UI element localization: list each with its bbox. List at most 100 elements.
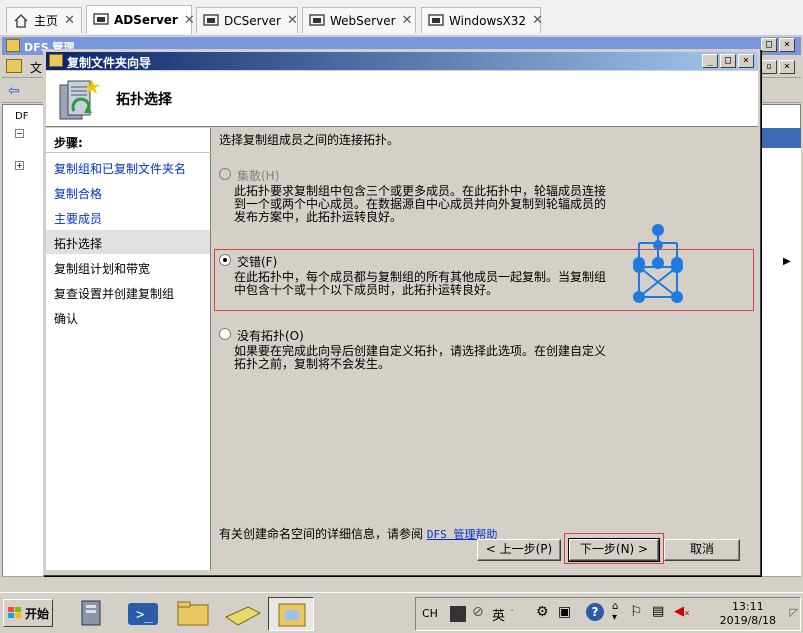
tab-webserver[interactable]: WebServer ✕ [302, 7, 416, 33]
tree-expand-icon[interactable]: − [15, 129, 24, 138]
full-mesh-label: 交错(F) [237, 255, 278, 269]
vm-icon [309, 13, 325, 28]
tab-label: 主页 [34, 14, 59, 28]
tab-windowsx32[interactable]: WindowsX32 ✕ [421, 7, 543, 33]
hub-spoke-description: 此拓扑要求复制组中包含三个或更多成员。在此拓扑中，轮辐成员连接 到一个或两个中心… [234, 185, 624, 224]
intro-text: 选择复制组成员之间的连接拓扑。 [219, 133, 400, 147]
step-review-create: 复查设置并创建复制组 [54, 287, 175, 301]
volume-muted-icon[interactable]: ◀ₓ [674, 604, 690, 619]
start-button[interactable]: 开始 [3, 599, 53, 627]
tab-label: DCServer [224, 13, 281, 28]
description-line: 发布方案中，此拓扑运转良好。 [234, 210, 403, 224]
step-replication-group-name[interactable]: 复制组和已复制文件夹名 [54, 160, 186, 177]
no-topology-radio[interactable] [219, 328, 231, 340]
menu-file[interactable]: 文 [30, 59, 42, 76]
system-tray: CH ⊘ 英 · ⚙ ▣ ? ⌂ ▾ ⚐ ▤ ◀ₓ 13:11 2019/8/18… [415, 597, 801, 631]
full-mesh-description: 在此拓扑中，每个成员都与复制组的所有其他成员一起复制。当复制组 中包含十个或十个… [234, 271, 624, 297]
step-primary-member[interactable]: 主要成员 [54, 210, 102, 227]
dot-icon: · [510, 604, 515, 619]
vm-icon [203, 13, 219, 28]
start-label: 开始 [25, 606, 50, 621]
tree-expand-icon[interactable]: + [15, 161, 24, 170]
steps-heading: 步骤: [54, 136, 83, 150]
ime-icon[interactable] [450, 606, 466, 622]
full-mesh-topology-icon [631, 259, 685, 310]
no-topology-description: 如果要在完成此向导后创建自定义拓扑，请选择此选项。在创建自定义 拓扑之前，复制将… [234, 345, 624, 371]
clock-time: 13:11 [731, 600, 764, 613]
tab-home[interactable]: 主页 ✕ [6, 7, 82, 33]
topology-content: 选择复制组成员之间的连接拓扑。 集散(H) 此拓扑要求复制组中包含三个或更多成员… [214, 128, 758, 570]
notepad-taskbar-button[interactable] [220, 597, 266, 631]
close-icon[interactable]: ✕ [287, 13, 298, 28]
clock-date: 2019/8/18 [719, 614, 776, 627]
tools-icon[interactable]: ▣ [558, 604, 571, 620]
actions-pane: ▶ [760, 148, 801, 576]
dfs-app-icon [6, 39, 20, 52]
steps-pane: 步骤: 复制组和已复制文件夹名 复制合格 主要成员 拓扑选择 复制组计划和带宽 … [46, 128, 211, 570]
full-mesh-radio[interactable] [219, 254, 231, 266]
restore-button[interactable]: ▫ [761, 60, 777, 74]
windows-logo-icon [8, 607, 22, 619]
close-icon[interactable]: ✕ [402, 13, 413, 28]
mmc-status-bar [2, 576, 801, 590]
step-replication-eligibility[interactable]: 复制合格 [54, 185, 102, 202]
minimize-button[interactable]: _ [702, 54, 718, 68]
close-button[interactable]: × [779, 38, 795, 52]
settings-icon[interactable]: ⚙ [536, 604, 549, 620]
tab-adserver[interactable]: ADServer ✕ [86, 5, 195, 34]
wizard-header: 拓扑选择 [46, 71, 758, 127]
notification-icon[interactable]: ⚐ [630, 604, 643, 620]
replication-wizard-icon [54, 77, 102, 126]
help-icon[interactable]: ? [586, 603, 604, 621]
back-arrow-icon[interactable]: ⇦ [8, 83, 20, 99]
close-icon[interactable]: ✕ [184, 13, 195, 28]
svg-text:>_: >_ [136, 607, 153, 623]
submenu-arrow-icon[interactable]: ▶ [783, 256, 791, 267]
tab-label: ADServer [114, 13, 178, 27]
help-text: 有关创建命名空间的详细信息，请参阅 [219, 527, 424, 541]
replicate-folder-wizard: 复制文件夹向导 _ □ × 拓扑选择 步骤: 复制组和已复制文件夹名 复制合格 … [43, 49, 761, 576]
taskbar: 开始 >_ CH ⊘ 英 · ⚙ ▣ ? ⌂ ▾ ⚐ ▤ ◀ₓ 13:11 201… [0, 592, 803, 633]
tree-root[interactable]: DF [15, 111, 28, 122]
ime-mode[interactable]: 英 [492, 605, 505, 624]
vm-icon [93, 13, 109, 27]
close-icon[interactable]: ✕ [64, 13, 75, 28]
close-button[interactable]: × [738, 54, 754, 68]
actions-pane-header [760, 128, 801, 148]
close-button[interactable]: × [779, 60, 795, 74]
home-icon [13, 13, 29, 28]
no-topology-label: 没有拓扑(O) [237, 329, 304, 343]
network-icon[interactable]: ▤ [652, 604, 664, 619]
step-schedule-bandwidth: 复制组计划和带宽 [54, 262, 151, 276]
description-line: 中包含十个或十个以下成员时，此拓扑运转良好。 [234, 283, 499, 297]
maximize-button[interactable]: □ [720, 54, 736, 68]
explorer-taskbar-button[interactable] [170, 597, 216, 631]
divider [46, 152, 211, 153]
maximize-button[interactable]: □ [761, 38, 777, 52]
next-button[interactable]: 下一步(N) > [568, 538, 660, 562]
show-desktop-icon[interactable]: ◸ [790, 606, 798, 619]
hub-spoke-radio[interactable] [219, 168, 231, 180]
server-manager-taskbar-button[interactable] [70, 597, 116, 631]
close-icon[interactable]: ✕ [532, 13, 543, 28]
host-tab-strip: 主页 ✕ ADServer ✕ DCServer ✕ WebServer ✕ W… [0, 0, 803, 36]
cancel-button[interactable]: 取消 [664, 539, 740, 561]
dialog-title-bar: 复制文件夹向导 _ □ × [46, 52, 758, 70]
dfs-management-taskbar-button[interactable] [268, 597, 314, 631]
dialog-title: 复制文件夹向导 [67, 56, 152, 70]
clock[interactable]: 13:11 2019/8/18 [720, 600, 776, 628]
page-title: 拓扑选择 [116, 92, 172, 108]
language-indicator[interactable]: CH [422, 607, 438, 620]
back-button[interactable]: < 上一步(P) [477, 539, 561, 561]
powershell-taskbar-button[interactable]: >_ [120, 597, 166, 631]
no-entry-icon[interactable]: ⊘ [472, 604, 484, 620]
tray-expand-icon[interactable]: ⌂ ▾ [612, 601, 618, 623]
tab-dcserver[interactable]: DCServer ✕ [196, 7, 298, 33]
tab-label: WebServer [330, 13, 396, 28]
hub-spoke-label: 集散(H) [237, 169, 280, 183]
tab-label: WindowsX32 [449, 13, 527, 28]
help-footer: 有关创建命名空间的详细信息，请参阅 DFS 管理帮助 [219, 525, 497, 542]
vm-icon [428, 13, 444, 28]
folder-icon [6, 59, 22, 73]
step-confirmation: 确认 [54, 312, 79, 326]
